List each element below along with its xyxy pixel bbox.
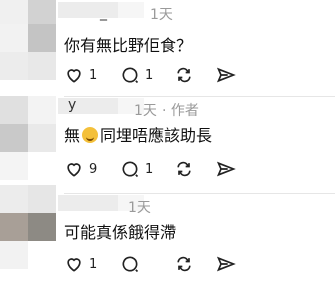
action-bar: 1 xyxy=(64,253,244,275)
username-visible: _ xyxy=(100,5,107,21)
avatar-tile xyxy=(0,0,28,24)
like-count: 1 xyxy=(89,256,98,272)
action-bar: 9 1 xyxy=(64,158,244,180)
like-button[interactable]: 1 xyxy=(64,64,97,86)
comment-bubble-icon xyxy=(122,256,139,273)
avatar-tile xyxy=(0,213,28,241)
avatar-tile xyxy=(28,124,56,152)
heart-icon xyxy=(67,258,81,272)
avatar-tile xyxy=(28,213,56,241)
share-button[interactable] xyxy=(216,64,236,86)
comment-text-suffix: 同埋唔應該助長 xyxy=(100,126,213,145)
comment-bubble-icon xyxy=(122,161,139,178)
username-visible: y xyxy=(68,97,77,113)
avatar-tile xyxy=(28,24,56,52)
comment-text: 無同埋唔應該助長 xyxy=(64,122,212,146)
reply-count: 1 xyxy=(145,67,154,83)
send-icon xyxy=(216,256,236,272)
repost-icon xyxy=(177,67,191,83)
avatar[interactable] xyxy=(0,0,56,80)
avatar-tile xyxy=(28,152,56,180)
comment-text-prefix: 無 xyxy=(64,126,81,145)
reply-button[interactable]: 1 xyxy=(120,158,153,180)
repost-icon xyxy=(177,161,191,177)
avatar-tile xyxy=(28,241,56,269)
reply-count: 1 xyxy=(145,161,154,177)
avatar-tile xyxy=(0,52,28,80)
avatar-tile xyxy=(0,241,28,269)
avatar-tile xyxy=(0,96,28,124)
like-button[interactable]: 9 xyxy=(64,158,97,180)
send-icon xyxy=(216,161,236,177)
avatar-tile xyxy=(0,24,28,52)
like-count: 1 xyxy=(89,67,98,83)
avatar-tile xyxy=(28,0,56,24)
avatar-tile xyxy=(0,124,28,152)
timestamp: 1天 xyxy=(134,103,157,119)
laughing-emoji-icon xyxy=(82,127,99,143)
author-tag: · 作者 xyxy=(162,103,199,119)
repost-button[interactable] xyxy=(174,253,194,275)
avatar-tile xyxy=(0,185,28,213)
like-button[interactable]: 1 xyxy=(64,253,97,275)
send-icon xyxy=(216,67,236,83)
comment-text: 你有無比野佢食？ xyxy=(64,36,193,55)
share-button[interactable] xyxy=(216,158,236,180)
avatar-tile xyxy=(0,152,28,180)
avatar-tile xyxy=(28,185,56,213)
repost-button[interactable] xyxy=(174,64,194,86)
avatar[interactable] xyxy=(0,185,56,269)
comment-bubble-icon xyxy=(122,67,139,84)
avatar[interactable] xyxy=(0,96,56,180)
reply-button[interactable] xyxy=(120,253,140,275)
comment-text: 可能真係餓得滯 xyxy=(64,223,177,242)
heart-icon xyxy=(67,163,81,177)
like-count: 9 xyxy=(89,161,98,177)
repost-button[interactable] xyxy=(174,158,194,180)
timestamp: 1天 xyxy=(128,200,151,216)
avatar-tile xyxy=(28,96,56,124)
avatar-tile xyxy=(28,52,56,80)
divider xyxy=(64,96,335,97)
heart-icon xyxy=(67,69,81,83)
repost-icon xyxy=(177,256,191,272)
action-bar: 1 1 xyxy=(64,64,244,86)
timestamp: 1天 xyxy=(150,7,173,23)
divider xyxy=(64,193,335,194)
share-button[interactable] xyxy=(216,253,236,275)
reply-button[interactable]: 1 xyxy=(120,64,153,86)
